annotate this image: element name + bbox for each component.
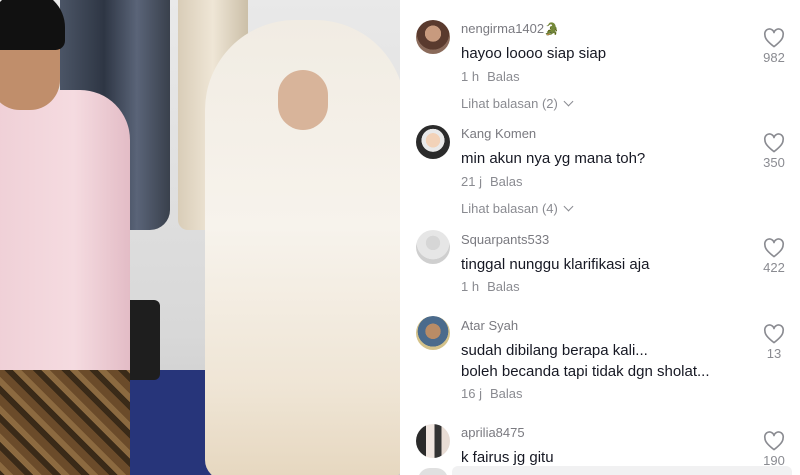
comment-meta: 1 h Balas: [461, 279, 520, 294]
like-count: 422: [763, 260, 785, 275]
username-text: Atar Syah: [461, 318, 519, 333]
comment-username[interactable]: aprilia8475: [461, 425, 525, 440]
comment-text-line-2: boleh becanda tapi tidak dgn sholat...: [461, 363, 710, 380]
reply-button[interactable]: Balas: [487, 279, 520, 294]
comment-text: hayoo loooo siap siap: [461, 45, 607, 62]
heart-icon: [763, 324, 785, 344]
username-text: Kang Komen: [461, 126, 537, 141]
heart-icon: [763, 431, 785, 451]
reply-button[interactable]: Balas: [487, 69, 520, 84]
comment-text: sudah dibilang berapa kali...: [461, 342, 648, 359]
username-text: Squarpants533: [461, 232, 550, 247]
heart-icon: [763, 133, 785, 153]
video-player[interactable]: [0, 0, 400, 475]
username-text: aprilia8475: [461, 425, 525, 440]
view-replies-label: Lihat balasan (2): [461, 96, 558, 111]
avatar[interactable]: [416, 316, 450, 350]
reply-button[interactable]: Balas: [490, 386, 523, 401]
comment-meta: 21 j Balas: [461, 174, 523, 189]
comments-panel[interactable]: nengirma1402🐊 hayoo loooo siap siap 1 h B…: [400, 0, 800, 475]
like-button[interactable]: 422: [756, 238, 792, 275]
like-button[interactable]: 350: [756, 133, 792, 170]
comment-meta: 16 j Balas: [461, 386, 523, 401]
reply-button[interactable]: Balas: [490, 174, 523, 189]
comment-username[interactable]: Squarpants533: [461, 232, 549, 247]
avatar[interactable]: [416, 230, 450, 264]
comment-username[interactable]: nengirma1402🐊: [461, 21, 559, 36]
like-button[interactable]: 190: [756, 431, 792, 468]
like-count: 350: [763, 155, 785, 170]
video-man-cap: [0, 0, 65, 50]
heart-icon: [763, 28, 785, 48]
comment-input-bar[interactable]: [452, 466, 792, 475]
comment-username[interactable]: Atar Syah: [461, 318, 518, 333]
crocodile-emoji-icon: 🐊: [544, 22, 560, 36]
video-man-figure: [0, 90, 130, 390]
video-woman-face: [278, 70, 328, 130]
comment-time: 16 j: [461, 386, 482, 401]
chevron-down-icon: [563, 201, 574, 212]
like-count: 13: [766, 346, 782, 361]
comment-text: tinggal nunggu klarifikasi aja: [461, 256, 650, 273]
comment-time: 1 h: [461, 279, 480, 294]
avatar[interactable]: [416, 20, 450, 54]
comment-meta: 1 h Balas: [461, 69, 520, 84]
avatar[interactable]: [416, 125, 450, 159]
comment-time: 1 h: [461, 69, 480, 84]
like-button[interactable]: 13: [756, 324, 792, 361]
comment-time: 21 j: [461, 174, 482, 189]
video-man-sarong: [0, 370, 130, 475]
like-count: 982: [763, 50, 785, 65]
view-replies-button[interactable]: Lihat balasan (4): [461, 201, 574, 216]
view-replies-label: Lihat balasan (4): [461, 201, 558, 216]
view-replies-button[interactable]: Lihat balasan (2): [461, 96, 574, 111]
avatar[interactable]: [416, 424, 450, 458]
chevron-down-icon: [563, 96, 574, 107]
like-button[interactable]: 982: [756, 28, 792, 65]
bottom-avatar: [418, 468, 448, 475]
comment-text: min akun nya yg mana toh?: [461, 150, 646, 167]
username-text: nengirma1402: [461, 21, 545, 36]
heart-icon: [763, 238, 785, 258]
comment-username[interactable]: Kang Komen: [461, 126, 536, 141]
